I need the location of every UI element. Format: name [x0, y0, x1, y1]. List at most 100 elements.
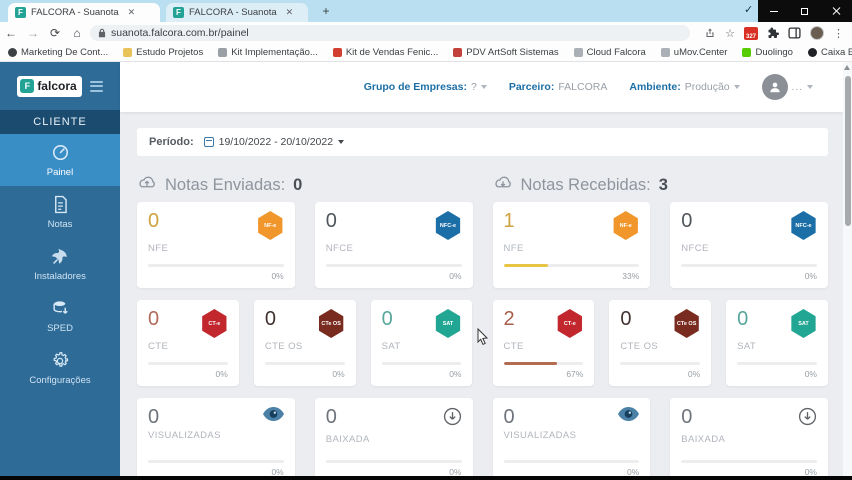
- progress-bar: [737, 362, 817, 365]
- falcora-favicon-icon: F: [173, 7, 184, 18]
- browser-menu-kebab-icon[interactable]: ⋮: [833, 27, 844, 40]
- card-value: 0: [620, 309, 631, 329]
- download-circle-icon: [443, 407, 462, 431]
- minimize-button[interactable]: [758, 0, 789, 22]
- period-label: Período:: [149, 136, 194, 148]
- hexagon-badge-icon: SAT: [790, 309, 817, 338]
- environment-select[interactable]: Ambiente: Produção: [629, 81, 739, 93]
- bookmark-item[interactable]: Marketing De Cont...: [8, 47, 108, 58]
- stat-card-cte[interactable]: 0 CT-e CTE 0%: [137, 300, 239, 386]
- progress-bar: [620, 362, 700, 365]
- sidebar-section-label: CLIENTE: [0, 110, 120, 134]
- bookmark-item[interactable]: uMov.Center: [661, 47, 728, 58]
- lock-icon: [98, 28, 106, 38]
- section-title: Notas Recebidas: 3: [493, 168, 829, 202]
- bookmark-item[interactable]: Cloud Falcora: [574, 47, 646, 58]
- user-menu[interactable]: ...: [762, 74, 813, 100]
- card-value: 0: [148, 407, 159, 427]
- bookmark-item[interactable]: Kit Implementação...: [218, 47, 318, 58]
- eye-icon: [263, 407, 284, 426]
- chevron-down-icon: [734, 85, 740, 89]
- tab-close-icon[interactable]: ✕: [286, 7, 294, 18]
- bookmark-item[interactable]: PDV ArtSoft Sistemas: [453, 47, 558, 58]
- stat-card-visualizadas[interactable]: 0 VISUALIZADAS 0%: [493, 398, 651, 476]
- reload-icon[interactable]: ⟳: [44, 26, 66, 40]
- sidebar-item-painel[interactable]: Painel: [0, 134, 120, 186]
- sidebar-toggle-hamburger-icon[interactable]: [90, 81, 103, 92]
- card-label: VISUALIZADAS: [504, 430, 640, 441]
- bookmark-label: Marketing De Cont...: [21, 47, 108, 58]
- progress-percent: 0%: [265, 369, 345, 379]
- browser-profile-avatar[interactable]: [810, 26, 824, 40]
- card-label: CTE: [148, 341, 228, 352]
- cards-row: 0 CT-e CTE 0% 0 CTe OS CTE OS 0% 0 SAT S…: [137, 300, 473, 386]
- stat-card-cte-os[interactable]: 0 CTe OS CTE OS 0%: [254, 300, 356, 386]
- share-icon[interactable]: [704, 27, 716, 39]
- close-button[interactable]: [821, 0, 852, 22]
- sidebar-logo-row: F falcora: [0, 62, 120, 110]
- stat-card-baixada[interactable]: 0 BAIXADA 0%: [670, 398, 828, 476]
- stat-card-nfe[interactable]: 1 NF-e NFE 33%: [493, 202, 651, 288]
- back-icon[interactable]: ←: [0, 26, 22, 40]
- bookmark-favicon-icon: [333, 48, 342, 57]
- download-circle-icon: [798, 407, 817, 431]
- card-label: SAT: [382, 341, 462, 352]
- bookmark-item[interactable]: Duolingo: [742, 47, 793, 58]
- progress-bar: [382, 362, 462, 365]
- bookmark-item[interactable]: Kit de Vendas Fenic...: [333, 47, 438, 58]
- progress-bar: [148, 460, 284, 463]
- extensions-puzzle-icon[interactable]: [767, 27, 779, 39]
- hexagon-badge-icon: NFC-e: [435, 211, 462, 240]
- card-value: 0: [265, 309, 276, 329]
- browser-tab-1[interactable]: F FALCORA - Suanota ✕: [8, 3, 160, 22]
- bookmark-favicon-icon: [661, 48, 670, 57]
- bookmark-star-icon[interactable]: ☆: [725, 27, 735, 40]
- scrollbar-up-arrow-icon[interactable]: [844, 65, 850, 70]
- user-avatar[interactable]: [762, 74, 788, 100]
- stat-card-sat[interactable]: 0 SAT SAT 0%: [726, 300, 828, 386]
- tab-close-icon[interactable]: ✕: [128, 7, 136, 18]
- scrollbar-thumb[interactable]: [845, 76, 851, 226]
- bookmark-item[interactable]: Caixa Econômica Fe...: [808, 47, 852, 58]
- card-label: SAT: [737, 341, 817, 352]
- sidebar-item-instaladores[interactable]: Instaladores: [0, 238, 120, 290]
- url-bar[interactable]: suanota.falcora.com.br/painel: [90, 25, 690, 41]
- stat-card-nfce[interactable]: 0 NFC-e NFCE 0%: [315, 202, 473, 288]
- stat-card-cte[interactable]: 2 CT-e CTE 67%: [493, 300, 595, 386]
- rocket-icon: [50, 247, 70, 267]
- sidebar-item-configura-es[interactable]: Configurações: [0, 342, 120, 394]
- side-panel-icon[interactable]: [788, 27, 801, 39]
- sidebar-item-sped[interactable]: SPED: [0, 290, 120, 342]
- progress-bar: [265, 362, 345, 365]
- card-value: 1: [504, 211, 515, 231]
- progress-bar: [148, 362, 228, 365]
- bookmark-item[interactable]: Estudo Projetos: [123, 47, 203, 58]
- stat-card-nfe[interactable]: 0 NF-e NFE 0%: [137, 202, 295, 288]
- period-bar: Período: 19/10/2022 - 20/10/2022: [137, 128, 828, 156]
- page-scrollbar[interactable]: [843, 62, 852, 476]
- stat-card-nfce[interactable]: 0 NFC-e NFCE 0%: [670, 202, 828, 288]
- hexagon-badge-icon: NF-e: [612, 211, 639, 240]
- falcora-logo[interactable]: F falcora: [17, 76, 81, 97]
- company-group-select[interactable]: Grupo de Empresas: ?: [364, 81, 487, 93]
- new-tab-button[interactable]: +: [318, 4, 334, 20]
- card-label: NFE: [148, 243, 284, 254]
- environment-value: Produção: [685, 81, 730, 93]
- stat-card-sat[interactable]: 0 SAT SAT 0%: [371, 300, 473, 386]
- extension-badge-icon[interactable]: 327: [744, 27, 758, 40]
- window-controls: [758, 0, 852, 22]
- progress-percent: 0%: [382, 369, 462, 379]
- maximize-button[interactable]: [789, 0, 820, 22]
- tab-title: FALCORA - Suanota: [189, 7, 277, 18]
- bookmark-favicon-icon: [453, 48, 462, 57]
- stat-card-baixada[interactable]: 0 BAIXADA 0%: [315, 398, 473, 476]
- period-picker[interactable]: 19/10/2022 - 20/10/2022: [204, 136, 344, 148]
- stat-card-cte-os[interactable]: 0 CTe OS CTE OS 0%: [609, 300, 711, 386]
- home-icon[interactable]: ⌂: [66, 26, 88, 40]
- progress-percent: 0%: [737, 369, 817, 379]
- stat-card-visualizadas[interactable]: 0 VISUALIZADAS 0%: [137, 398, 295, 476]
- sidebar-item-notas[interactable]: Notas: [0, 186, 120, 238]
- browser-tab-2[interactable]: F FALCORA - Suanota ✕: [166, 3, 308, 22]
- bookmark-label: Cloud Falcora: [587, 47, 646, 58]
- forward-icon[interactable]: →: [22, 26, 44, 40]
